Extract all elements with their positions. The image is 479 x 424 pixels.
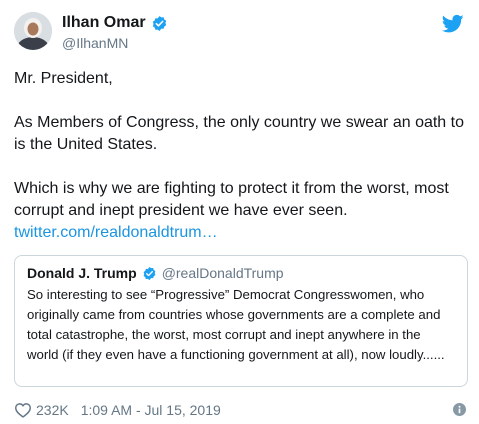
like-count[interactable]: 232K bbox=[36, 402, 69, 418]
tweet-timestamp[interactable]: 1:09 AM - Jul 15, 2019 bbox=[81, 402, 221, 418]
quoted-tweet-text: So interesting to see “Progressive” Demo… bbox=[27, 287, 445, 362]
author-name-line: Ilhan Omar bbox=[62, 14, 168, 32]
info-icon[interactable] bbox=[453, 403, 466, 416]
tweet-link[interactable]: twitter.com/realdonaldtrum… bbox=[14, 224, 218, 241]
tweet-paragraph: Which is why we are fighting to protect … bbox=[14, 180, 449, 219]
author-name[interactable]: Ilhan Omar bbox=[62, 14, 146, 32]
avatar[interactable] bbox=[14, 12, 52, 50]
heart-icon[interactable] bbox=[14, 402, 32, 418]
tweet-body: Mr. President, As Members of Congress, t… bbox=[14, 68, 466, 244]
author-handle[interactable]: @IlhanMN bbox=[62, 35, 128, 51]
quoted-tweet[interactable]: Donald J. Trump @realDonaldTrump So inte… bbox=[14, 255, 468, 387]
verified-badge-icon bbox=[142, 266, 157, 281]
tweet-card: Ilhan Omar @IlhanMN Mr. President, As Me… bbox=[0, 0, 479, 424]
verified-badge-icon bbox=[151, 15, 168, 32]
twitter-bird-icon[interactable] bbox=[441, 14, 464, 34]
tweet-paragraph: As Members of Congress, the only country… bbox=[14, 114, 464, 153]
quoted-author-handle: @realDonaldTrump bbox=[161, 265, 284, 281]
tweet-footer: 232K 1:09 AM - Jul 15, 2019 bbox=[14, 400, 466, 420]
quoted-tweet-header: Donald J. Trump @realDonaldTrump bbox=[27, 264, 455, 282]
quoted-author-name: Donald J. Trump bbox=[27, 265, 137, 281]
tweet-paragraph: Mr. President, bbox=[14, 70, 113, 87]
tweet-header: Ilhan Omar @IlhanMN bbox=[14, 12, 464, 52]
